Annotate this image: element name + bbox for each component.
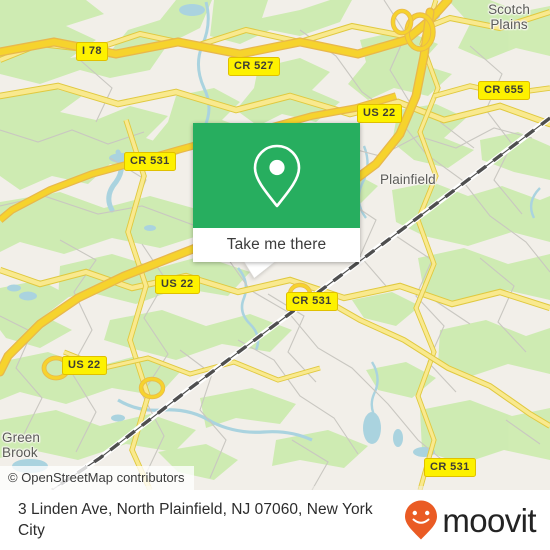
destination-popup[interactable]: Take me there <box>193 123 360 262</box>
moovit-wordmark: moovit <box>442 501 536 539</box>
road-shield-cr-531-west[interactable]: CR 531 <box>124 152 176 171</box>
road-shield-us-22-north[interactable]: US 22 <box>357 104 402 123</box>
moovit-pin-icon <box>405 500 438 540</box>
road-shield-cr-527[interactable]: CR 527 <box>228 57 280 76</box>
popup-footer[interactable]: Take me there <box>193 228 360 262</box>
popup-tail <box>238 261 276 278</box>
footer-bar: 3 Linden Ave, North Plainfield, NJ 07060… <box>0 490 550 550</box>
road-shield-cr-531-southeast[interactable]: CR 531 <box>424 458 476 477</box>
address-text: 3 Linden Ave, North Plainfield, NJ 07060… <box>18 501 373 539</box>
location-pin-icon <box>253 144 300 207</box>
map-canvas[interactable]: Scotch Plains Plainfield Green Brook I 7… <box>0 0 550 490</box>
popup-header <box>193 123 360 228</box>
road-shield-i-78[interactable]: I 78 <box>76 42 108 61</box>
moovit-logo[interactable]: moovit <box>403 499 537 541</box>
osm-attribution[interactable]: © OpenStreetMap contributors <box>0 466 194 490</box>
road-shield-us-22-center[interactable]: US 22 <box>155 275 200 294</box>
map-screenshot-root: Scotch Plains Plainfield Green Brook I 7… <box>0 0 550 550</box>
take-me-there-label: Take me there <box>226 236 327 253</box>
road-shield-cr-531-center[interactable]: CR 531 <box>286 292 338 311</box>
road-shield-cr-655[interactable]: CR 655 <box>478 81 530 100</box>
road-shield-us-22-southwest[interactable]: US 22 <box>62 356 107 375</box>
